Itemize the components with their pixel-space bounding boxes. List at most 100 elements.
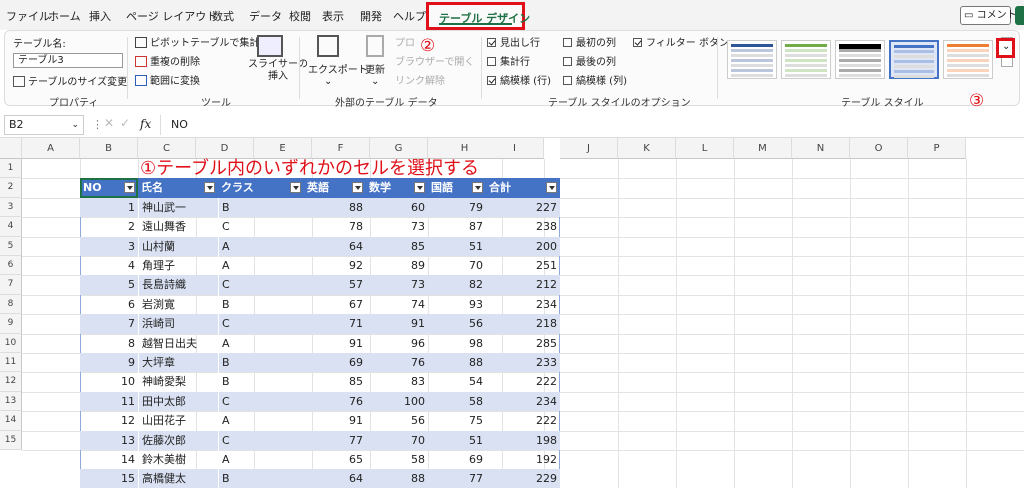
- table-cell[interactable]: 100: [366, 391, 428, 412]
- last-column-option[interactable]: 最後の列: [563, 53, 616, 68]
- table-cell[interactable]: 3: [80, 236, 138, 256]
- table-cell[interactable]: 73: [366, 217, 428, 236]
- table-header-cell[interactable]: 氏名: [138, 178, 218, 198]
- table-cell[interactable]: 200: [486, 236, 560, 256]
- table-cell[interactable]: A: [218, 256, 304, 276]
- table-header-cell[interactable]: 数学: [366, 178, 428, 198]
- tab-9[interactable]: 開発: [360, 8, 382, 24]
- table-cell[interactable]: 岩渕寛: [138, 294, 218, 315]
- insert-function-icon[interactable]: fx: [140, 117, 151, 131]
- filter-dropdown-icon[interactable]: [472, 182, 483, 194]
- column-header[interactable]: J: [560, 138, 618, 159]
- table-cell[interactable]: 198: [486, 430, 560, 450]
- table-cell[interactable]: 越智日出夫: [138, 333, 218, 353]
- table-style-swatch[interactable]: [781, 40, 831, 79]
- formula-input[interactable]: NO: [160, 115, 1020, 135]
- table-cell[interactable]: 218: [486, 314, 560, 334]
- table-cell[interactable]: 10: [80, 372, 138, 391]
- total-row-option[interactable]: 集計行: [487, 53, 530, 68]
- filter-button-option[interactable]: フィルター ボタン: [633, 34, 729, 49]
- table-cell[interactable]: 神崎愛梨: [138, 372, 218, 392]
- total-row-checkbox[interactable]: [487, 57, 496, 66]
- column-header[interactable]: O: [850, 138, 908, 159]
- style-gallery-more-button[interactable]: ⌄: [996, 38, 1015, 58]
- banded-columns-checkbox[interactable]: [563, 76, 572, 85]
- refresh-button[interactable]: 更新 ⌄: [365, 61, 385, 87]
- table-cell[interactable]: 58: [428, 391, 486, 412]
- table-cell[interactable]: 234: [486, 391, 560, 412]
- convert-to-range-button[interactable]: 範囲に変換: [135, 72, 200, 87]
- column-header[interactable]: A: [22, 138, 80, 159]
- table-cell[interactable]: 51: [428, 236, 486, 256]
- pivot-summary-button[interactable]: ピボットテーブルで集計: [135, 34, 259, 49]
- table-cell[interactable]: 82: [428, 275, 486, 295]
- column-header[interactable]: P: [908, 138, 966, 159]
- table-cell[interactable]: 233: [486, 353, 560, 373]
- table-cell[interactable]: 60: [366, 197, 428, 218]
- table-cell[interactable]: 64: [304, 469, 366, 488]
- filter-dropdown-icon[interactable]: [204, 182, 215, 194]
- table-cell[interactable]: 神山武一: [138, 197, 218, 218]
- tab-8[interactable]: 表示: [322, 8, 344, 24]
- table-header-cell[interactable]: 国語: [428, 178, 486, 198]
- table-cell[interactable]: 88: [366, 469, 428, 488]
- row-header[interactable]: 9: [0, 314, 22, 334]
- tab-5[interactable]: 数式: [212, 8, 234, 24]
- table-cell[interactable]: B: [218, 372, 304, 392]
- table-cell[interactable]: 73: [366, 275, 428, 295]
- table-header-cell[interactable]: 英語: [304, 178, 366, 198]
- tab-6[interactable]: データ: [249, 8, 282, 24]
- banded-rows-checkbox[interactable]: [487, 76, 496, 85]
- table-cell[interactable]: 6: [80, 295, 138, 314]
- banded-rows-option[interactable]: 縞模様 (行): [487, 72, 551, 87]
- table-cell[interactable]: 71: [304, 314, 366, 334]
- tab-1[interactable]: ファイル: [6, 8, 50, 24]
- filter-dropdown-icon[interactable]: [414, 182, 425, 194]
- table-cell[interactable]: 227: [486, 197, 560, 218]
- row-header[interactable]: 12: [0, 372, 22, 392]
- row-header[interactable]: 5: [0, 236, 22, 256]
- last-column-checkbox[interactable]: [563, 57, 572, 66]
- table-cell[interactable]: 69: [428, 450, 486, 469]
- table-cell[interactable]: 88: [428, 353, 486, 373]
- table-cell[interactable]: 58: [366, 450, 428, 469]
- table-cell[interactable]: 鈴木美樹: [138, 450, 218, 470]
- table-cell[interactable]: 76: [304, 391, 366, 412]
- remove-duplicates-button[interactable]: 重複の削除: [135, 53, 200, 68]
- table-cell[interactable]: 285: [486, 334, 560, 353]
- table-cell[interactable]: 浜崎司: [138, 314, 218, 334]
- table-cell[interactable]: 65: [304, 450, 366, 469]
- column-header[interactable]: L: [676, 138, 734, 159]
- table-cell[interactable]: B: [218, 197, 304, 218]
- table-cell[interactable]: 70: [428, 256, 486, 275]
- table-cell[interactable]: 14: [80, 450, 138, 469]
- table-cell[interactable]: A: [218, 411, 304, 431]
- table-cell[interactable]: 85: [366, 236, 428, 256]
- first-column-option[interactable]: 最初の列: [563, 34, 616, 49]
- table-cell[interactable]: C: [218, 275, 304, 295]
- table-cell[interactable]: 遠山舞香: [138, 217, 218, 237]
- table-cell[interactable]: 1: [80, 197, 138, 218]
- table-cell[interactable]: 75: [428, 411, 486, 430]
- table-header-cell[interactable]: 合計: [486, 178, 560, 198]
- table-cell[interactable]: 7: [80, 314, 138, 334]
- filter-button-checkbox[interactable]: [633, 38, 642, 47]
- table-cell[interactable]: 88: [304, 197, 366, 218]
- header-row-option[interactable]: 見出し行: [487, 34, 540, 49]
- table-cell[interactable]: 222: [486, 411, 560, 430]
- table-cell[interactable]: 佐藤次郎: [138, 430, 218, 450]
- row-header[interactable]: 8: [0, 294, 22, 315]
- column-header[interactable]: I: [486, 138, 544, 159]
- table-cell[interactable]: 92: [304, 256, 366, 275]
- table-cell[interactable]: 212: [486, 275, 560, 295]
- table-cell[interactable]: 89: [366, 256, 428, 275]
- first-column-checkbox[interactable]: [563, 38, 572, 47]
- table-cell[interactable]: 78: [304, 217, 366, 236]
- export-button[interactable]: エクスポート ⌄: [308, 61, 368, 87]
- banded-columns-option[interactable]: 縞模様 (列): [563, 72, 627, 87]
- table-style-swatch[interactable]: [727, 40, 777, 79]
- table-cell[interactable]: 長島詩織: [138, 275, 218, 295]
- table-cell[interactable]: 79: [428, 197, 486, 218]
- table-cell[interactable]: 96: [366, 334, 428, 353]
- table-cell[interactable]: 83: [366, 372, 428, 391]
